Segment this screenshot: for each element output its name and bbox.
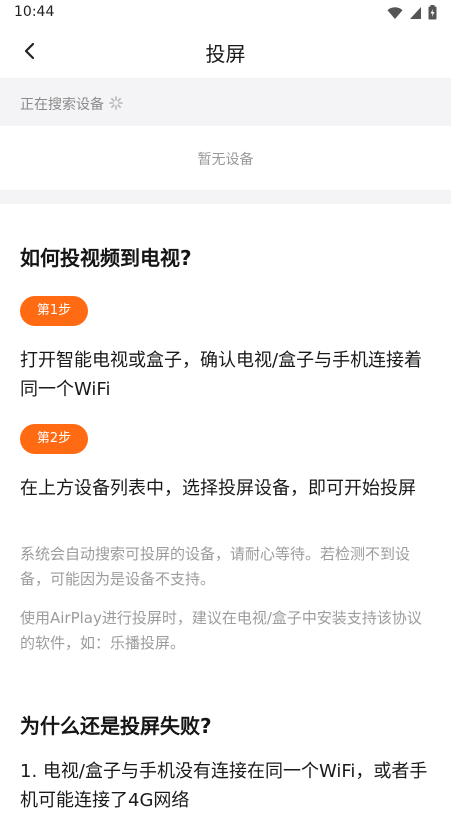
section-divider xyxy=(0,190,451,204)
step-badge: 第1步 xyxy=(20,296,88,326)
device-list: 暂无设备 xyxy=(0,126,451,190)
help-note: 使用AirPlay进行投屏时，建议在电视/盒子中安装支持该协议的软件，如：乐播投… xyxy=(20,609,422,652)
step-text: 在上方设备列表中，选择投屏设备，即可开始投屏 xyxy=(20,478,416,499)
wifi-icon xyxy=(387,6,403,19)
status-bar: 10:44 xyxy=(0,0,451,26)
help-section: 如何投视频到电视? 第1步 打开智能电视或盒子，确认电视/盒子与手机连接着同一个… xyxy=(0,204,451,811)
battery-icon xyxy=(428,5,437,20)
navbar: 投屏 xyxy=(0,26,451,76)
how-to-title: 如何投视频到电视? xyxy=(20,246,192,270)
failure-title: 为什么还是投屏失败? xyxy=(20,714,212,738)
status-icons xyxy=(387,5,437,20)
step-text: 打开智能电视或盒子，确认电视/盒子与手机连接着同一个WiFi xyxy=(20,350,423,400)
status-time: 10:44 xyxy=(14,4,55,20)
step-badge: 第2步 xyxy=(20,424,88,454)
empty-device-text: 暂无设备 xyxy=(197,152,254,168)
search-status-bar: 正在搜索设备 xyxy=(0,78,451,126)
page-title: 投屏 xyxy=(205,42,246,66)
spinner-icon xyxy=(109,96,123,110)
search-status-text: 正在搜索设备 xyxy=(20,97,104,113)
failure-reason: 1. 电视/盒子与手机没有连接在同一个WiFi，或者手机可能连接了4G网络 xyxy=(20,761,428,811)
signal-icon xyxy=(410,6,421,19)
help-note: 系统会自动搜索可投屏的设备，请耐心等待。若检测不到设备，可能因为是设备不支持。 xyxy=(20,545,411,588)
